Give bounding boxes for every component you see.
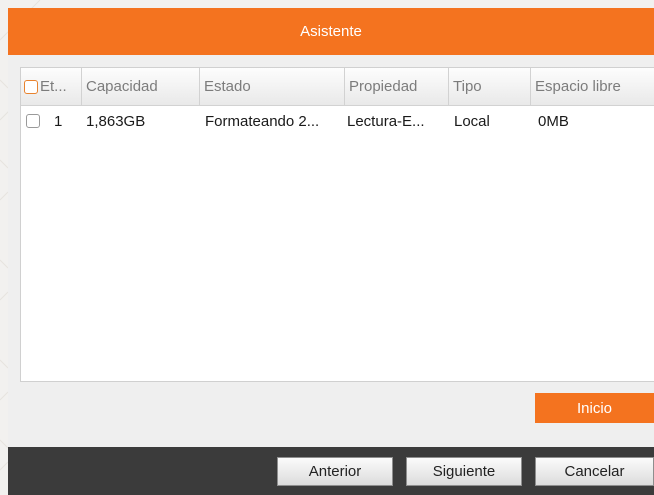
row-capacity: 1,863GB xyxy=(86,112,146,130)
row-checkbox-cell[interactable] xyxy=(21,105,51,137)
column-header-property[interactable]: Propiedad xyxy=(345,68,449,105)
disk-table: Et... Capacidad Estado Propiedad Tipo Es… xyxy=(20,67,654,382)
start-button[interactable]: Inicio xyxy=(535,393,654,423)
column-header-label[interactable]: Et... xyxy=(21,68,82,105)
column-header-type[interactable]: Tipo xyxy=(449,68,531,105)
select-all-checkbox[interactable] xyxy=(24,79,38,94)
row-type: Local xyxy=(454,112,490,130)
row-free-space: 0MB xyxy=(538,112,569,130)
dialog-title-bar: Asistente xyxy=(8,8,654,55)
previous-button[interactable]: Anterior xyxy=(277,457,393,486)
footer-bar: Anterior Siguiente Cancelar xyxy=(8,447,654,495)
row-checkbox[interactable] xyxy=(26,114,40,128)
wizard-dialog: Asistente Et... Capacidad Estado Propied… xyxy=(8,8,654,495)
table-header: Et... Capacidad Estado Propiedad Tipo Es… xyxy=(21,68,654,106)
row-label: 1 xyxy=(54,112,63,130)
row-property: Lectura-E... xyxy=(347,112,425,130)
column-header-free-space[interactable]: Espacio libre xyxy=(531,68,654,105)
row-status: Formateando 2... xyxy=(205,112,320,130)
column-header-capacity[interactable]: Capacidad xyxy=(82,68,200,105)
dialog-title: Asistente xyxy=(300,23,362,40)
next-button[interactable]: Siguiente xyxy=(406,457,522,486)
column-header-label-text: Et... xyxy=(40,78,67,95)
table-row[interactable]: 1 1,863GB Formateando 2... Lectura-E... … xyxy=(21,105,654,137)
column-header-status[interactable]: Estado xyxy=(200,68,345,105)
cancel-button[interactable]: Cancelar xyxy=(535,457,654,486)
